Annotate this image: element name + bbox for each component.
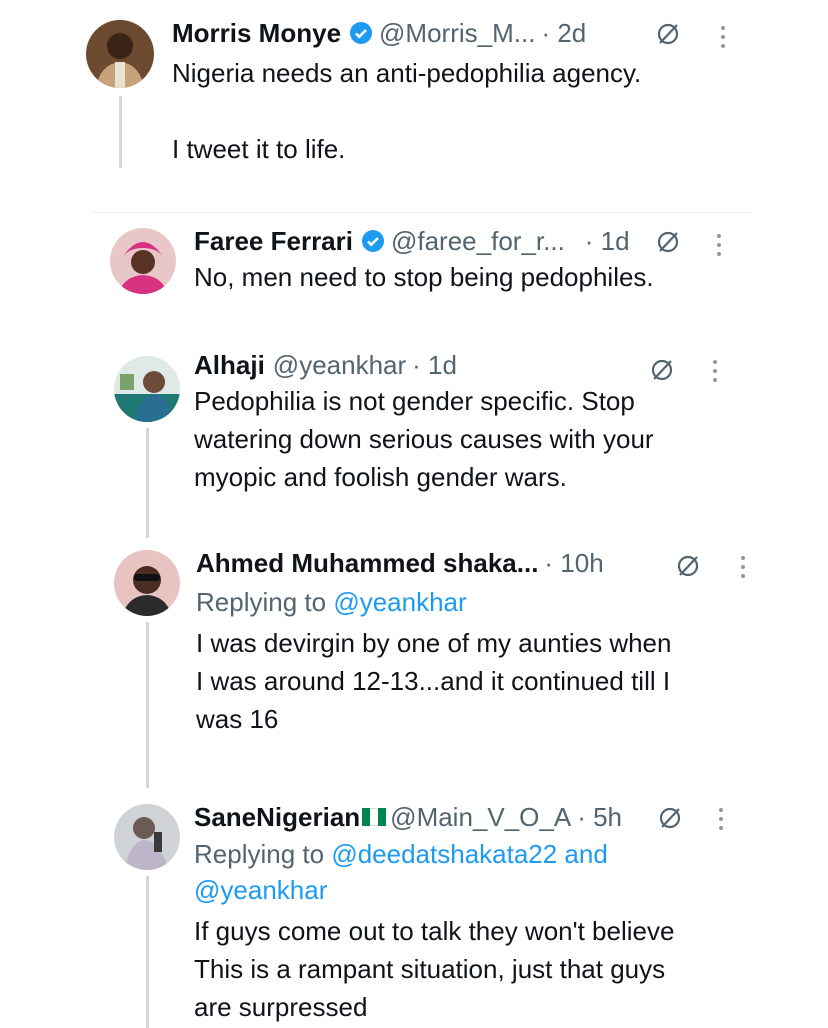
- handle[interactable]: @Morris_M...: [379, 18, 535, 48]
- thread-line: [119, 96, 122, 168]
- tweet-text: Nigeria needs an anti-pedophilia agency.…: [172, 58, 642, 164]
- display-name[interactable]: Ahmed Muhammed shaka...: [196, 548, 538, 578]
- grok-icon[interactable]: [656, 22, 680, 46]
- tweet[interactable]: Morris Monye @Morris_M... · 2d Nigeria n…: [0, 0, 828, 210]
- reply-handle-link[interactable]: @yeankhar: [194, 875, 327, 905]
- more-icon[interactable]: [712, 360, 718, 384]
- tweet[interactable]: SaneNigerian @Main_V_O_A · 5h Replying t…: [0, 796, 828, 1028]
- more-icon[interactable]: [716, 234, 722, 258]
- tweet[interactable]: Alhaji @yeankhar · 1d Pedophilia is not …: [0, 340, 828, 540]
- replying-to: Replying to @deedatshakata22 and: [194, 836, 608, 872]
- replying-to: Replying to @yeankhar: [196, 584, 467, 620]
- avatar[interactable]: [114, 356, 180, 422]
- tweet-text: No, men need to stop being pedophiles.: [194, 262, 654, 292]
- grok-icon[interactable]: [676, 554, 700, 578]
- grok-icon[interactable]: [650, 358, 674, 382]
- avatar[interactable]: [114, 804, 180, 870]
- nigeria-flag-icon: [362, 808, 387, 826]
- grok-icon[interactable]: [656, 230, 680, 254]
- replying-to-label: Replying to: [196, 587, 327, 617]
- tweet[interactable]: Ahmed Muhammed shaka... · 10h Replying t…: [0, 540, 828, 790]
- divider: [92, 212, 752, 213]
- more-icon[interactable]: [718, 808, 724, 832]
- avatar[interactable]: [110, 228, 176, 294]
- more-icon[interactable]: [720, 26, 726, 50]
- handle[interactable]: @Main_V_O_A: [390, 802, 571, 832]
- tweet-header: Ahmed Muhammed shaka... · 10h: [196, 548, 604, 578]
- tweet-header: Faree Ferrari @faree_for_r... · 1d: [194, 226, 630, 256]
- handle[interactable]: @yeankhar: [273, 350, 406, 380]
- replying-to-label: Replying to: [194, 839, 325, 869]
- handle[interactable]: @faree_for_r...: [391, 226, 565, 256]
- display-name[interactable]: SaneNigerian: [194, 802, 360, 832]
- tweet[interactable]: Faree Ferrari @faree_for_r... · 1d No, m…: [0, 214, 828, 334]
- reply-handle-link[interactable]: @deedatshakata22 and: [331, 839, 608, 869]
- verified-badge-icon: [361, 230, 384, 252]
- more-icon[interactable]: [740, 556, 746, 580]
- grok-icon[interactable]: [658, 806, 682, 830]
- timestamp[interactable]: · 2d: [541, 18, 586, 48]
- tweet-text: Pedophilia is not gender specific. Stop …: [194, 386, 654, 492]
- timestamp[interactable]: · 1d: [585, 226, 630, 256]
- verified-badge-icon: [350, 22, 373, 44]
- timestamp[interactable]: · 1d: [412, 350, 457, 380]
- thread-line: [146, 428, 149, 538]
- display-name[interactable]: Morris Monye: [172, 18, 341, 48]
- timestamp[interactable]: · 5h: [577, 802, 622, 832]
- avatar[interactable]: [86, 20, 154, 88]
- tweet-text: If guys come out to talk they won't beli…: [194, 916, 675, 1022]
- thread-line: [146, 876, 149, 1028]
- reply-handle-link[interactable]: @yeankhar: [333, 587, 466, 617]
- tweet-header: SaneNigerian @Main_V_O_A · 5h: [194, 802, 622, 832]
- tweet-header: Morris Monye @Morris_M... · 2d: [172, 18, 586, 48]
- avatar[interactable]: [114, 550, 180, 616]
- tweet-header: Alhaji @yeankhar · 1d: [194, 350, 457, 380]
- tweet-text: I was devirgin by one of my aunties when…: [196, 628, 672, 734]
- display-name[interactable]: Faree Ferrari: [194, 226, 353, 256]
- display-name[interactable]: Alhaji: [194, 350, 265, 380]
- replying-to: @yeankhar: [194, 872, 327, 908]
- thread-line: [146, 622, 149, 788]
- timestamp[interactable]: · 10h: [544, 548, 603, 578]
